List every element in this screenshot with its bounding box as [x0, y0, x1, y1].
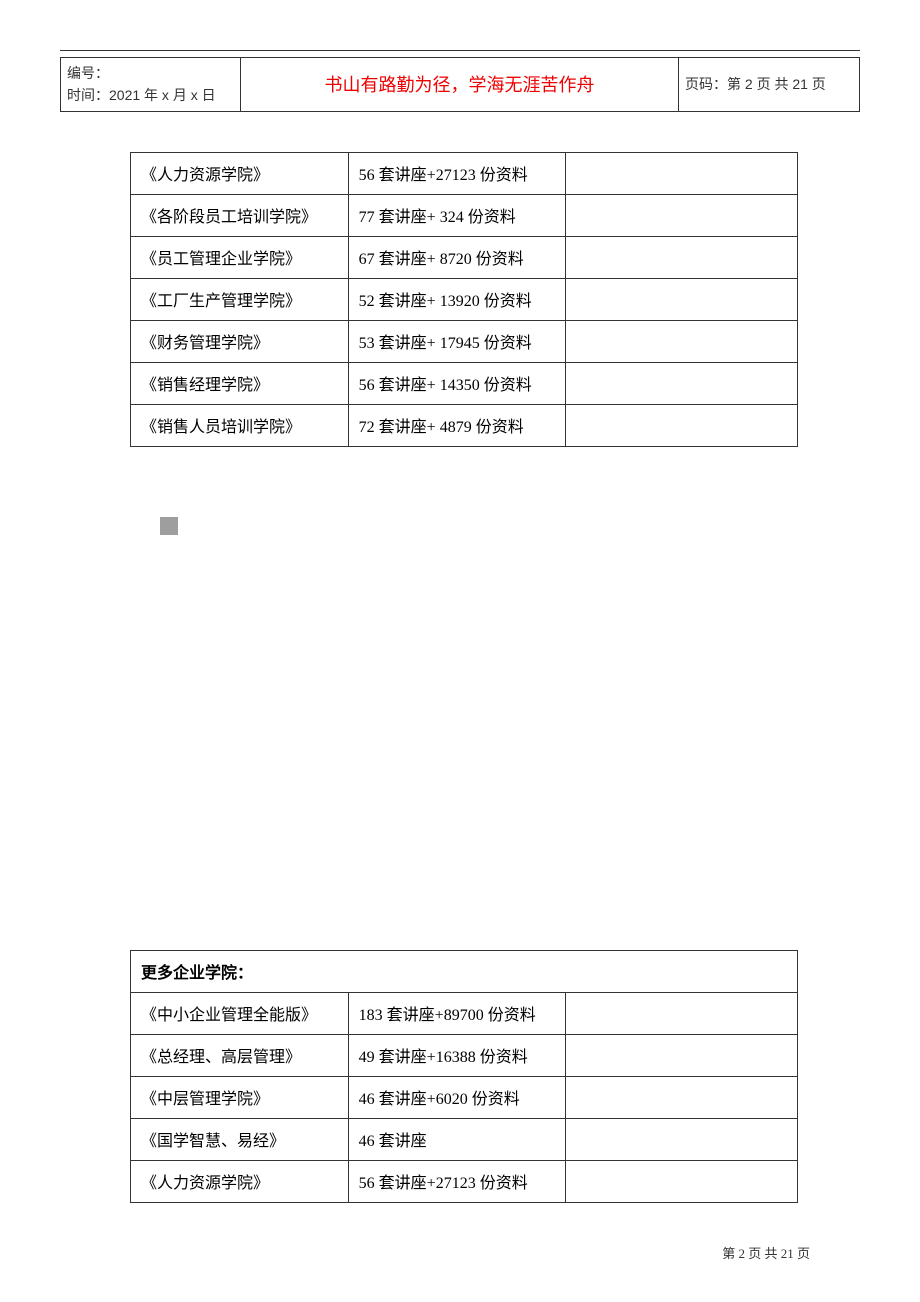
header-time-label: 时间：2021 年 x 月 x 日	[67, 84, 234, 106]
header-motto: 书山有路勤为径，学海无涯苦作舟	[241, 58, 679, 111]
empty-cell	[566, 194, 798, 236]
table-row: 《总经理、高层管理》 49 套讲座+16388 份资料	[131, 1034, 798, 1076]
course-name: 《中层管理学院》	[131, 1076, 349, 1118]
empty-cell	[566, 362, 798, 404]
table-row: 《销售经理学院》 56 套讲座+ 14350 份资料	[131, 362, 798, 404]
course-name: 《销售经理学院》	[131, 362, 349, 404]
table-row: 《中层管理学院》 46 套讲座+6020 份资料	[131, 1076, 798, 1118]
course-desc: 46 套讲座+6020 份资料	[348, 1076, 566, 1118]
header-id-time: 编号： 时间：2021 年 x 月 x 日	[61, 58, 241, 111]
empty-cell	[566, 992, 798, 1034]
course-name: 《销售人员培训学院》	[131, 404, 349, 446]
course-table-2: 更多企业学院： 《中小企业管理全能版》 183 套讲座+89700 份资料 《总…	[130, 950, 798, 1203]
table-row: 《中小企业管理全能版》 183 套讲座+89700 份资料	[131, 992, 798, 1034]
empty-cell	[566, 1118, 798, 1160]
course-name: 《人力资源学院》	[131, 152, 349, 194]
table-header-row: 更多企业学院：	[131, 950, 798, 992]
empty-cell	[566, 320, 798, 362]
table-row: 《国学智慧、易经》 46 套讲座	[131, 1118, 798, 1160]
course-name: 《国学智慧、易经》	[131, 1118, 349, 1160]
header-page-label: 页码：第 2 页 共 21 页	[679, 58, 859, 111]
table-row: 《各阶段员工培训学院》 77 套讲座+ 324 份资料	[131, 194, 798, 236]
course-desc: 56 套讲座+ 14350 份资料	[348, 362, 566, 404]
course-name: 《工厂生产管理学院》	[131, 278, 349, 320]
course-desc: 56 套讲座+27123 份资料	[348, 152, 566, 194]
empty-cell	[566, 1034, 798, 1076]
table-row: 《销售人员培训学院》 72 套讲座+ 4879 份资料	[131, 404, 798, 446]
course-name: 《财务管理学院》	[131, 320, 349, 362]
course-desc: 67 套讲座+ 8720 份资料	[348, 236, 566, 278]
table-row: 《工厂生产管理学院》 52 套讲座+ 13920 份资料	[131, 278, 798, 320]
course-desc: 53 套讲座+ 17945 份资料	[348, 320, 566, 362]
empty-cell	[566, 404, 798, 446]
square-marker-icon	[160, 517, 178, 535]
empty-cell	[566, 1076, 798, 1118]
course-desc: 183 套讲座+89700 份资料	[348, 992, 566, 1034]
course-desc: 56 套讲座+27123 份资料	[348, 1160, 566, 1202]
table-header-label: 更多企业学院：	[131, 950, 798, 992]
table-row: 《人力资源学院》 56 套讲座+27123 份资料	[131, 152, 798, 194]
empty-cell	[566, 236, 798, 278]
course-desc: 72 套讲座+ 4879 份资料	[348, 404, 566, 446]
course-name: 《总经理、高层管理》	[131, 1034, 349, 1076]
course-name: 《中小企业管理全能版》	[131, 992, 349, 1034]
course-name: 《员工管理企业学院》	[131, 236, 349, 278]
course-desc: 46 套讲座	[348, 1118, 566, 1160]
table-row: 《人力资源学院》 56 套讲座+27123 份资料	[131, 1160, 798, 1202]
table-row: 《员工管理企业学院》 67 套讲座+ 8720 份资料	[131, 236, 798, 278]
course-name: 《各阶段员工培训学院》	[131, 194, 349, 236]
empty-cell	[566, 1160, 798, 1202]
header-id-label: 编号：	[67, 62, 234, 84]
course-name: 《人力资源学院》	[131, 1160, 349, 1202]
course-table-1: 《人力资源学院》 56 套讲座+27123 份资料 《各阶段员工培训学院》 77…	[130, 152, 798, 447]
page-footer: 第 2 页 共 21 页	[722, 1243, 810, 1262]
empty-cell	[566, 278, 798, 320]
course-desc: 52 套讲座+ 13920 份资料	[348, 278, 566, 320]
table-row: 《财务管理学院》 53 套讲座+ 17945 份资料	[131, 320, 798, 362]
empty-cell	[566, 152, 798, 194]
course-desc: 49 套讲座+16388 份资料	[348, 1034, 566, 1076]
document-header: 编号： 时间：2021 年 x 月 x 日 书山有路勤为径，学海无涯苦作舟 页码…	[60, 57, 860, 112]
course-desc: 77 套讲座+ 324 份资料	[348, 194, 566, 236]
